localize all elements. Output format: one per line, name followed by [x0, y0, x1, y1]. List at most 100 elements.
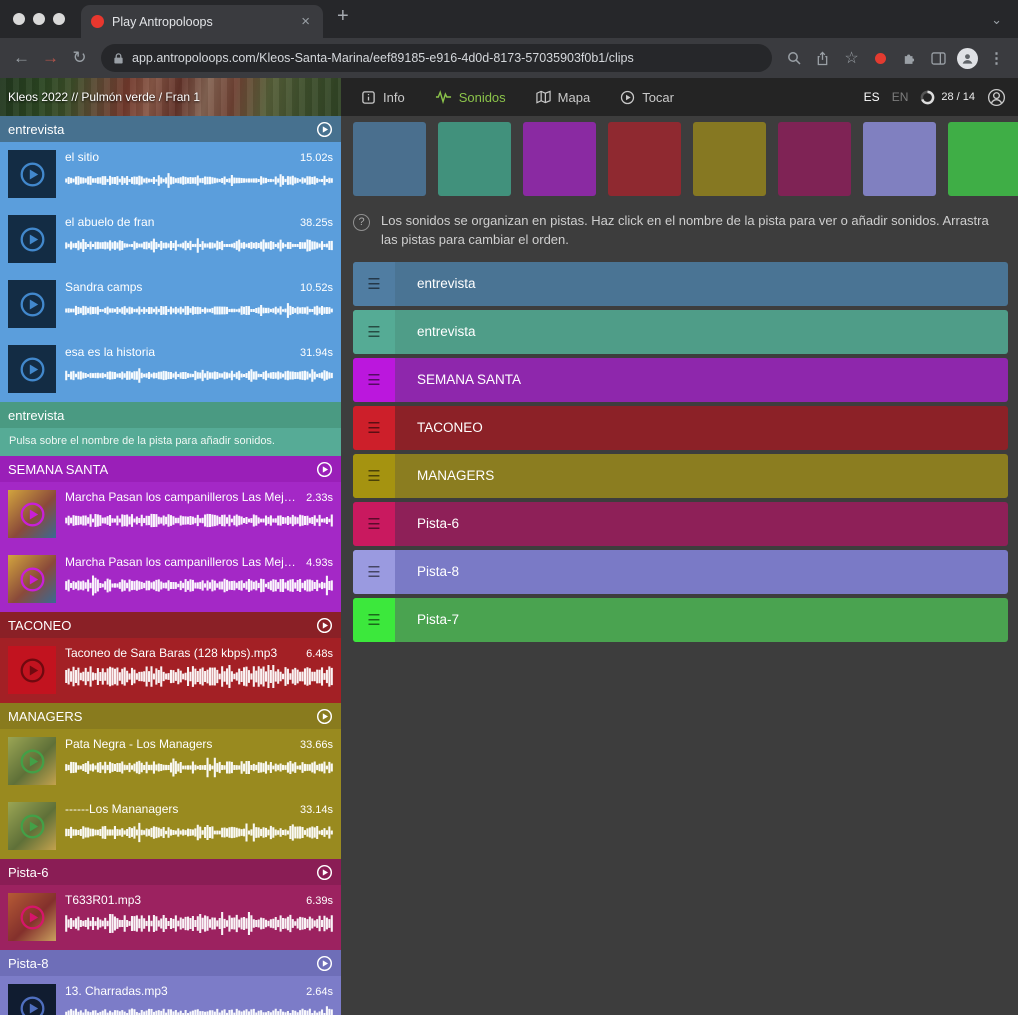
clip-play-button[interactable] [8, 555, 56, 603]
forward-button[interactable]: → [37, 45, 64, 72]
drag-handle-icon[interactable]: ☰ [353, 310, 395, 354]
track-section-name: TACONEO [8, 618, 312, 633]
clip-title: 13. Charradas.mp3 [65, 984, 300, 998]
reload-button[interactable]: ↻ [66, 45, 93, 72]
clip-play-button[interactable] [8, 646, 56, 694]
browser-tab[interactable]: Play Antropoloops × [81, 5, 323, 38]
clip-item[interactable]: ------Los Mananagers33.14s [0, 794, 341, 859]
page-content: entrevista el sitio15.02sel abuelo de fra… [0, 116, 1018, 1015]
board-tile[interactable] [608, 122, 681, 196]
address-bar[interactable]: app.antropoloops.com/Kleos-Santa-Marina/… [101, 44, 772, 72]
play-all-icon[interactable] [316, 617, 333, 634]
clip-item[interactable]: 13. Charradas.mp32.64s [0, 976, 341, 1015]
clip-play-button[interactable] [8, 984, 56, 1015]
clip-play-button[interactable] [8, 490, 56, 538]
share-icon[interactable] [809, 45, 836, 72]
zoom-icon[interactable] [780, 45, 807, 72]
board-tile[interactable] [863, 122, 936, 196]
tab-mapa[interactable]: Mapa [536, 90, 591, 105]
clip-item[interactable]: esa es la historia31.94s [0, 337, 341, 402]
lang-en-button[interactable]: EN [892, 90, 909, 104]
clip-item[interactable]: Marcha Pasan los campanilleros Las Mejor… [0, 547, 341, 612]
drag-handle-icon[interactable]: ☰ [353, 502, 395, 546]
tab-close-icon[interactable]: × [298, 12, 313, 31]
track-section-header[interactable]: TACONEO [0, 612, 341, 638]
clip-play-button[interactable] [8, 150, 56, 198]
clip-play-button[interactable] [8, 345, 56, 393]
side-panel-icon[interactable] [925, 45, 952, 72]
board-tile[interactable] [778, 122, 851, 196]
clip-item[interactable]: Pata Negra - Los Managers33.66s [0, 729, 341, 794]
clip-item[interactable]: el sitio15.02s [0, 142, 341, 207]
window-zoom-button[interactable] [53, 13, 65, 25]
tab-sonidos[interactable]: Sonidos [435, 90, 506, 105]
clip-item[interactable]: el abuelo de fran38.25s [0, 207, 341, 272]
board-tile[interactable] [353, 122, 426, 196]
recording-extension-icon[interactable] [867, 45, 894, 72]
clip-title-row: 13. Charradas.mp32.64s [65, 984, 333, 998]
clip-item[interactable]: Sandra camps10.52s [0, 272, 341, 337]
clip-list: T633R01.mp36.39s [0, 885, 341, 950]
drag-handle-icon[interactable]: ☰ [353, 598, 395, 642]
clip-play-button[interactable] [8, 280, 56, 328]
track-section-header[interactable]: Pista-6 [0, 859, 341, 885]
board-tile[interactable] [693, 122, 766, 196]
clip-info: Sandra camps10.52s [65, 280, 333, 337]
clip-list: Pata Negra - Los Managers33.66s------Los… [0, 729, 341, 859]
track-section-header[interactable]: entrevista [0, 116, 341, 142]
drag-handle-icon[interactable]: ☰ [353, 550, 395, 594]
clip-duration: 38.25s [300, 217, 333, 229]
clip-item[interactable]: Taconeo de Sara Baras (128 kbps).mp36.48… [0, 638, 341, 703]
tab-tocar[interactable]: Tocar [620, 90, 674, 105]
clip-duration: 4.93s [306, 557, 333, 569]
play-all-icon[interactable] [316, 708, 333, 725]
account-icon[interactable] [987, 88, 1006, 107]
profile-avatar[interactable] [954, 45, 981, 72]
play-all-icon[interactable] [316, 461, 333, 478]
app-header: Kleos 2022 // Pulmón verde / Fran 1 Info… [0, 78, 1018, 116]
board-tile[interactable] [438, 122, 511, 196]
track-section-header[interactable]: Pista-8 [0, 950, 341, 976]
track-section-header[interactable]: MANAGERS [0, 703, 341, 729]
clip-play-button[interactable] [8, 737, 56, 785]
drag-handle-icon[interactable]: ☰ [353, 454, 395, 498]
drag-handle-icon[interactable]: ☰ [353, 358, 395, 402]
track-row[interactable]: ☰Pista-8 [353, 550, 1008, 594]
track-row[interactable]: ☰MANAGERS [353, 454, 1008, 498]
track-row[interactable]: ☰entrevista [353, 262, 1008, 306]
track-row[interactable]: ☰Pista-6 [353, 502, 1008, 546]
back-button[interactable]: ← [8, 45, 35, 72]
board-tile[interactable] [948, 122, 1018, 196]
track-row[interactable]: ☰entrevista [353, 310, 1008, 354]
clip-item[interactable]: T633R01.mp36.39s [0, 885, 341, 950]
board-tile[interactable] [523, 122, 596, 196]
clip-info: el sitio15.02s [65, 150, 333, 207]
clip-info: Taconeo de Sara Baras (128 kbps).mp36.48… [65, 646, 333, 703]
window-controls [0, 13, 81, 25]
drag-handle-icon[interactable]: ☰ [353, 406, 395, 450]
extensions-puzzle-icon[interactable] [896, 45, 923, 72]
browser-menu-icon[interactable]: ⋮ [983, 45, 1010, 72]
window-minimize-button[interactable] [33, 13, 45, 25]
clip-item[interactable]: Marcha Pasan los campanilleros Las Mejor… [0, 482, 341, 547]
track-row[interactable]: ☰Pista-7 [353, 598, 1008, 642]
bookmark-star-icon[interactable]: ☆ [838, 45, 865, 72]
play-all-icon[interactable] [316, 955, 333, 972]
window-close-button[interactable] [13, 13, 25, 25]
track-section-header[interactable]: entrevista [0, 402, 341, 428]
new-tab-button[interactable]: + [337, 5, 349, 28]
clip-info: Pata Negra - Los Managers33.66s [65, 737, 333, 794]
play-all-icon[interactable] [316, 864, 333, 881]
tab-search-icon[interactable]: ⌄ [991, 12, 1002, 28]
clip-play-button[interactable] [8, 215, 56, 263]
lang-es-button[interactable]: ES [864, 90, 880, 104]
track-section-header[interactable]: SEMANA SANTA [0, 456, 341, 482]
clip-play-button[interactable] [8, 893, 56, 941]
drag-handle-icon[interactable]: ☰ [353, 262, 395, 306]
track-row[interactable]: ☰TACONEO [353, 406, 1008, 450]
track-row[interactable]: ☰SEMANA SANTA [353, 358, 1008, 402]
project-banner-image[interactable]: Kleos 2022 // Pulmón verde / Fran 1 [0, 78, 341, 116]
play-all-icon[interactable] [316, 121, 333, 138]
clip-play-button[interactable] [8, 802, 56, 850]
tab-info[interactable]: Info [361, 90, 405, 105]
